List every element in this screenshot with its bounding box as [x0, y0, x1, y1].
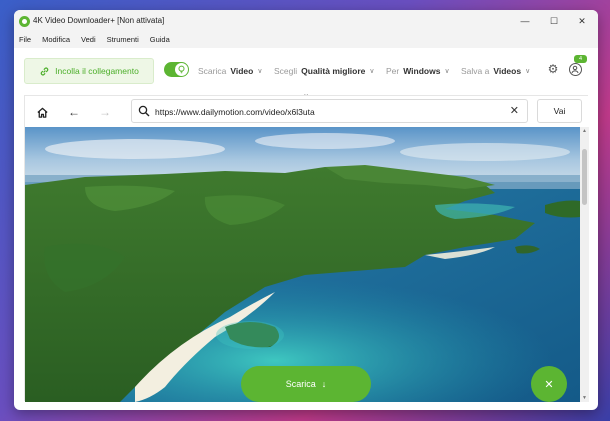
embedded-browser: ← → https://www.dailymotion.com/video/x6…: [24, 95, 589, 402]
title-bar: 4K Video Downloader+ [Non attivata] — ☐ …: [14, 10, 598, 32]
menu-vedi[interactable]: Vedi: [76, 32, 102, 48]
settings-gear-icon[interactable]: ⚙: [546, 62, 560, 76]
toolbar: Incolla il collegamento Scarica Video ∨ …: [14, 48, 598, 94]
video-page-viewport[interactable]: Scarica ↓ ✕: [25, 127, 580, 402]
save-location-value: Videos: [493, 66, 522, 76]
save-location-dropdown[interactable]: Salva a Videos ∨: [461, 66, 530, 76]
back-arrow-icon[interactable]: ←: [65, 103, 83, 121]
platform-value: Windows: [403, 66, 441, 76]
platform-prefix: Per: [386, 66, 400, 76]
close-window-icon[interactable]: ✕: [569, 13, 595, 29]
window-title: 4K Video Downloader+ [Non attivata]: [33, 16, 165, 25]
forward-arrow-icon[interactable]: →: [96, 103, 114, 121]
menu-strumenti[interactable]: Strumenti: [102, 32, 145, 48]
smart-mode-toggle[interactable]: [164, 62, 189, 77]
tropical-island-aerial-image: [25, 127, 580, 402]
maximize-icon[interactable]: ☐: [541, 13, 567, 29]
app-window: 4K Video Downloader+ [Non attivata] — ☐ …: [14, 10, 598, 410]
quality-prefix: Scegli: [274, 66, 298, 76]
chevron-down-icon: ∨: [444, 68, 450, 75]
menu-bar: File Modifica Vedi Strumenti Guida: [14, 32, 598, 48]
menu-guida[interactable]: Guida: [145, 32, 176, 48]
vertical-scrollbar[interactable]: ▲ ▼: [580, 127, 589, 402]
download-type-prefix: Scarica: [198, 66, 227, 76]
minimize-icon[interactable]: —: [512, 13, 538, 29]
close-browser-icon[interactable]: ✕: [531, 366, 567, 402]
chevron-down-icon: ∨: [369, 68, 375, 75]
url-text: https://www.dailymotion.com/video/x6l3ut…: [155, 107, 315, 117]
app-logo-icon: [19, 16, 30, 27]
paste-link-label: Incolla il collegamento: [55, 66, 139, 76]
go-button[interactable]: Vai: [537, 99, 582, 123]
search-icon: [138, 105, 150, 117]
lightbulb-icon: [175, 63, 188, 76]
platform-dropdown[interactable]: Per Windows ∨: [386, 66, 450, 76]
home-icon[interactable]: [33, 103, 51, 121]
paste-link-button[interactable]: Incolla il collegamento: [24, 58, 154, 84]
clear-url-icon[interactable]: ✕: [510, 104, 519, 117]
download-type-value: Video: [230, 66, 254, 76]
download-button-label: Scarica: [285, 379, 316, 389]
url-input[interactable]: https://www.dailymotion.com/video/x6l3ut…: [131, 99, 528, 123]
download-arrow-icon: ↓: [321, 379, 327, 389]
save-location-prefix: Salva a: [461, 66, 490, 76]
download-type-dropdown[interactable]: Scarica Video ∨: [198, 66, 262, 76]
browser-nav-bar: ← → https://www.dailymotion.com/video/x6…: [25, 96, 589, 127]
scroll-down-icon[interactable]: ▼: [580, 394, 589, 402]
quality-dropdown[interactable]: Scegli Qualità migliore ∨: [274, 66, 375, 76]
scroll-up-icon[interactable]: ▲: [580, 127, 589, 135]
menu-modifica[interactable]: Modifica: [37, 32, 76, 48]
chevron-down-icon: ∨: [525, 68, 531, 75]
scroll-thumb[interactable]: [582, 149, 587, 205]
menu-file[interactable]: File: [14, 32, 37, 48]
download-button[interactable]: Scarica ↓: [241, 366, 371, 402]
quality-value: Qualità migliore: [301, 66, 366, 76]
account-badge: 4: [574, 55, 587, 63]
account-icon[interactable]: [569, 63, 582, 76]
link-icon: [40, 67, 49, 75]
chevron-down-icon: ∨: [257, 68, 263, 75]
